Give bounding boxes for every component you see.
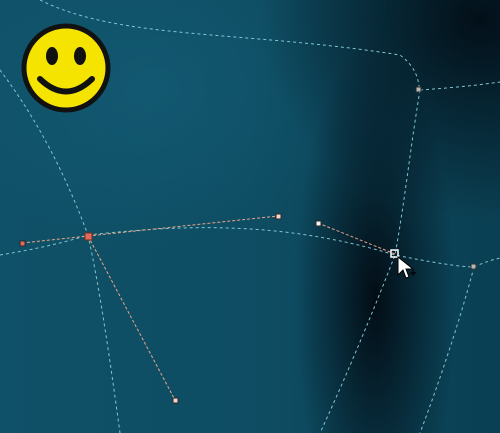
selected-path [21, 215, 396, 401]
mesh-node-top-right [415, 86, 422, 93]
mesh-node-selected [84, 232, 93, 241]
selected-path-handle-bottom [87, 235, 176, 401]
selected-path-left [21, 235, 89, 244]
selected-path-handle-top [87, 215, 279, 237]
handle-node-bottom [172, 397, 179, 404]
handle-node-top [275, 213, 282, 220]
mesh-line-left-down [87, 234, 121, 433]
smiley-face-icon [21, 23, 111, 113]
mesh-line-right [473, 257, 500, 268]
mesh-line-right-down [419, 266, 475, 433]
mesh-line-right-top [419, 81, 500, 91]
mesh-node-left-end [19, 240, 26, 247]
node-tool-cursor-icon [397, 255, 416, 279]
drawing-canvas[interactable] [0, 0, 500, 433]
mesh-nodes [19, 86, 477, 404]
handle-node-right [315, 220, 322, 227]
mesh-line-bottom-left [0, 234, 89, 256]
mesh-node-right [470, 263, 477, 270]
